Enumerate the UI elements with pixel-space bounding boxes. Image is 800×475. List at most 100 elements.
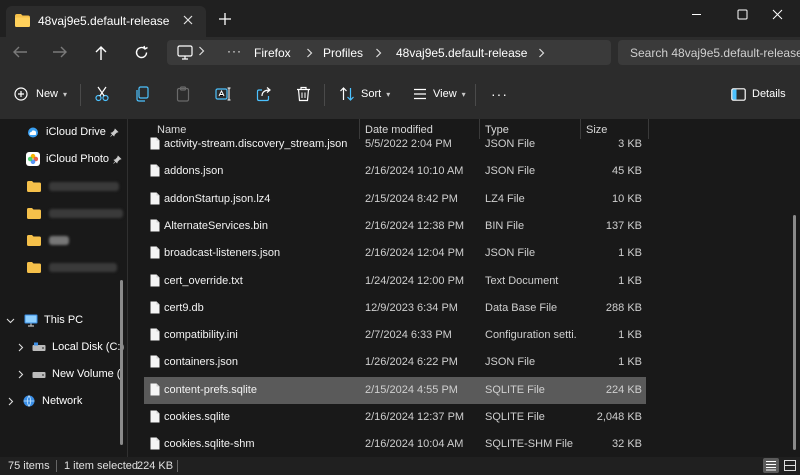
file-name[interactable]: cert_override.txt: [164, 275, 243, 287]
sidebar-item-icloud-drive[interactable]: iCloud Drive: [26, 122, 119, 142]
copy-button[interactable]: [134, 69, 150, 119]
file-name[interactable]: cookies.sqlite-shm: [164, 438, 254, 450]
file-icon: [150, 355, 160, 368]
view-button[interactable]: View ▾: [413, 69, 466, 119]
file-size: 1 KB: [618, 356, 642, 369]
table-row[interactable]: addons.json 2/16/2024 10:10 AM JSON File 45…: [144, 158, 646, 185]
table-row[interactable]: containers.json 1/26/2024 6:22 PM JSON Fil…: [144, 349, 646, 376]
cut-button[interactable]: [94, 69, 110, 119]
file-name[interactable]: compatibility.ini: [164, 329, 238, 341]
file-type: SQLITE File: [485, 383, 545, 396]
sidebar-item-local-disk[interactable]: Local Disk (C:): [16, 337, 124, 357]
share-button[interactable]: [256, 69, 272, 119]
navigation-pane[interactable]: iCloud Drive iCloud Photo This PC Local …: [0, 119, 127, 457]
file-name[interactable]: content-prefs.sqlite: [164, 384, 257, 396]
close-window-button[interactable]: [754, 4, 800, 24]
folder-icon: [27, 261, 41, 273]
chevron-right-icon[interactable]: [16, 370, 25, 379]
maximize-icon: [737, 9, 748, 20]
file-name[interactable]: cookies.sqlite: [164, 411, 230, 423]
file-name[interactable]: activity-stream.discovery_stream.json: [164, 138, 347, 150]
column-divider[interactable]: [648, 119, 649, 139]
file-type: Text Document: [485, 274, 559, 287]
table-row[interactable]: compatibility.ini 2/7/2024 6:33 PM Configu…: [144, 322, 646, 349]
chevron-right-icon[interactable]: [16, 343, 25, 352]
delete-button[interactable]: [296, 69, 311, 119]
file-date-modified: 5/5/2022 2:04 PM: [365, 138, 452, 150]
table-row[interactable]: broadcast-listeners.json 2/16/2024 12:04 …: [144, 240, 646, 267]
file-name[interactable]: addons.json: [164, 165, 223, 177]
sidebar-item-icloud-photos[interactable]: iCloud Photo: [26, 149, 122, 169]
minimize-icon: [691, 9, 702, 20]
forward-button[interactable]: [52, 45, 68, 59]
sidebar-item-this-pc[interactable]: This PC: [6, 310, 83, 330]
network-icon: [22, 395, 36, 407]
sidebar-item-label: iCloud Photo: [46, 153, 109, 165]
paste-icon: [175, 86, 191, 102]
table-row[interactable]: content-prefs.sqlite 2/15/2024 4:55 PM SQL…: [144, 376, 646, 404]
breadcrumb-firefox[interactable]: Firefox: [254, 46, 291, 60]
table-row[interactable]: cert9.db 12/9/2023 6:34 PM Data Base File 2…: [144, 295, 646, 322]
chevron-right-icon: [198, 44, 205, 58]
breadcrumb-overflow[interactable]: ···: [227, 44, 242, 58]
new-tab-button[interactable]: [218, 12, 232, 26]
delete-icon: [296, 86, 311, 102]
file-name[interactable]: cert9.db: [164, 302, 204, 314]
details-button[interactable]: Details: [731, 69, 786, 119]
sidebar-item-network[interactable]: Network: [6, 391, 82, 411]
file-list[interactable]: Name Date modified Type Size activity-st…: [128, 119, 800, 457]
back-button[interactable]: [12, 45, 28, 59]
file-size: 3 KB: [618, 138, 642, 150]
cut-icon: [94, 86, 110, 102]
breadcrumb-profiles[interactable]: Profiles: [323, 46, 363, 60]
sidebar-item-folder[interactable]: [27, 176, 119, 196]
status-divider: [56, 460, 57, 472]
rename-button[interactable]: [215, 69, 231, 119]
file-date-modified: 12/9/2023 6:34 PM: [365, 301, 458, 314]
search-input[interactable]: [628, 44, 800, 62]
sidebar-item-folder[interactable]: [27, 257, 117, 277]
file-date-modified: 1/26/2024 6:22 PM: [365, 356, 458, 369]
refresh-button[interactable]: [134, 45, 149, 60]
address-bar[interactable]: ··· Firefox Profiles 48vaj9e5.default-re…: [167, 40, 611, 65]
breadcrumb-profile-folder[interactable]: 48vaj9e5.default-release: [396, 46, 527, 60]
close-tab-icon[interactable]: [182, 14, 194, 26]
sidebar-item-folder[interactable]: [27, 230, 69, 250]
chevron-down-icon[interactable]: [6, 316, 15, 325]
table-row[interactable]: cookies.sqlite 2/16/2024 12:37 PM SQLITE F…: [144, 404, 646, 431]
sort-button[interactable]: Sort ▾: [339, 69, 390, 119]
folder-icon: [27, 180, 41, 192]
table-row[interactable]: addonStartup.json.lz4 2/15/2024 8:42 PM LZ…: [144, 186, 646, 213]
file-size: 2,048 KB: [596, 411, 642, 423]
chevron-right-icon[interactable]: [6, 397, 15, 406]
table-row[interactable]: cookies.sqlite-shm 2/16/2024 10:04 AM SQLI…: [144, 431, 646, 457]
file-name[interactable]: AlternateServices.bin: [164, 220, 268, 232]
item-count: 75 items: [8, 460, 50, 472]
file-name[interactable]: broadcast-listeners.json: [164, 247, 280, 259]
toolbar-divider: [324, 84, 325, 106]
paste-button[interactable]: [175, 69, 191, 119]
sidebar-item-folder[interactable]: [27, 203, 123, 223]
selection-count: 1 item selected: [64, 460, 138, 472]
status-bar: 75 items 1 item selected 224 KB: [0, 457, 800, 475]
redacted-label: [49, 181, 119, 191]
table-row[interactable]: activity-stream.discovery_stream.json 5/5…: [144, 131, 646, 158]
new-button[interactable]: New ▾: [14, 69, 67, 119]
chevron-right-icon[interactable]: [538, 46, 545, 60]
up-button[interactable]: [94, 45, 108, 61]
table-row[interactable]: cert_override.txt 1/24/2024 12:00 PM Text …: [144, 268, 646, 295]
sidebar-item-new-volume[interactable]: New Volume (I: [16, 364, 124, 384]
details-view-button[interactable]: [763, 458, 779, 473]
sidebar-scrollbar[interactable]: [120, 280, 123, 445]
minimize-button[interactable]: [673, 4, 719, 24]
plus-circle-icon: [14, 87, 28, 101]
tiles-view-button[interactable]: [782, 458, 798, 473]
file-size: 224 KB: [605, 383, 642, 396]
file-list-scrollbar[interactable]: [793, 215, 796, 450]
table-row[interactable]: AlternateServices.bin 2/16/2024 12:38 PM B…: [144, 213, 646, 240]
search-box[interactable]: [618, 40, 800, 65]
file-name[interactable]: containers.json: [164, 356, 238, 368]
more-options-button[interactable]: ···: [491, 69, 508, 119]
tab-current[interactable]: 48vaj9e5.default-release: [6, 6, 206, 37]
file-name[interactable]: addonStartup.json.lz4: [164, 193, 270, 205]
